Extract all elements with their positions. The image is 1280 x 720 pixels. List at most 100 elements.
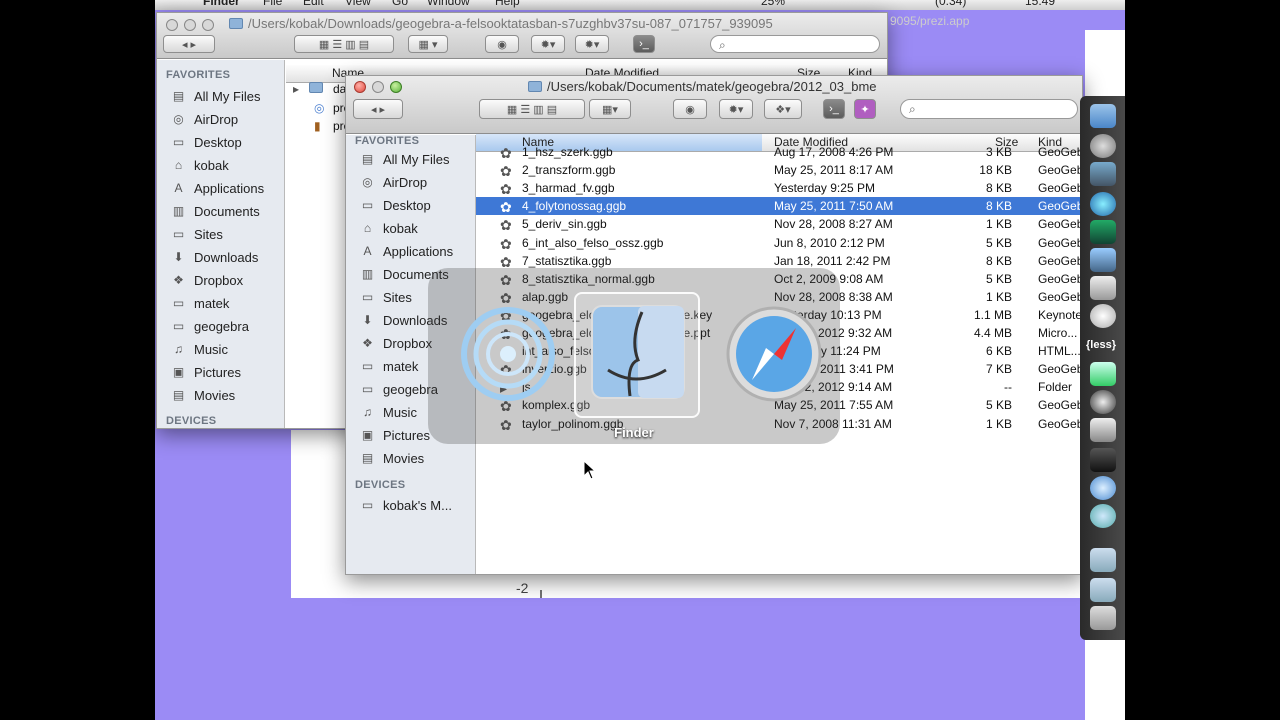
folder-icon bbox=[229, 18, 243, 29]
sidebar-item-documents[interactable]: ▥ Documents bbox=[171, 200, 260, 222]
cell-kind: GeoGebra bbox=[1038, 289, 1083, 304]
sidebar-item-desktop[interactable]: ▭ Desktop bbox=[360, 194, 431, 216]
home-icon: ⌂ bbox=[174, 158, 183, 172]
finder-dock-icon[interactable] bbox=[1090, 104, 1116, 128]
action-button[interactable]: ✹▾ bbox=[531, 35, 565, 53]
minimize-button[interactable] bbox=[184, 19, 196, 31]
close-button[interactable] bbox=[166, 19, 178, 31]
safari-dock-icon[interactable] bbox=[1090, 476, 1116, 500]
sidebar-item-all-my-files[interactable]: ▤ All My Files bbox=[360, 148, 450, 170]
table-row[interactable]: ✿ 1_hsz_szerk.ggb Aug 17, 2008 4:26 PM 3 KB… bbox=[476, 143, 1082, 161]
zoom-button[interactable] bbox=[390, 81, 402, 93]
titlebar[interactable]: /Users/kobak/Downloads/geogebra-a-felsoo… bbox=[157, 13, 887, 59]
clock[interactable]: 15:49 bbox=[1025, 0, 1055, 8]
terminal-button[interactable]: ›_ bbox=[633, 35, 655, 53]
dashboard-dock-icon[interactable] bbox=[1090, 162, 1116, 186]
sidebar-item-desktop[interactable]: ▭ Desktop bbox=[171, 131, 242, 153]
dropbox-icon: ❖ bbox=[173, 273, 184, 287]
sidebar-item-music[interactable]: ♫ Music bbox=[171, 338, 228, 360]
launchpad-dock-icon[interactable] bbox=[1090, 134, 1116, 158]
table-row[interactable]: ✿ 4_folytonossag.ggb May 25, 2011 7:50 AM 8… bbox=[476, 197, 1082, 216]
less-dock-icon[interactable]: {less} bbox=[1086, 339, 1116, 351]
cell-kind: GeoGebra bbox=[1038, 217, 1083, 232]
favorites-header: FAVORITES bbox=[166, 69, 231, 81]
back-forward-button[interactable]: ◂ ▸ bbox=[163, 35, 215, 53]
menu-view[interactable]: View bbox=[345, 0, 371, 8]
geogebra-app-icon[interactable] bbox=[458, 304, 558, 404]
cell-size: 7 KB bbox=[985, 362, 1012, 377]
search-field[interactable]: ⌕ bbox=[900, 99, 1078, 119]
xcode-dock-icon[interactable] bbox=[1090, 248, 1116, 272]
pictures-icon: ▣ bbox=[172, 365, 185, 379]
table-row[interactable]: ✿ 2_transzform.ggb May 25, 2011 8:17 AM 18 … bbox=[476, 161, 1082, 179]
app-store-dock-icon[interactable] bbox=[1090, 192, 1116, 216]
sidebar-item-sites[interactable]: ▭ Sites bbox=[171, 223, 223, 245]
dvd-dock-icon[interactable] bbox=[1090, 390, 1116, 414]
quicklook-button[interactable]: ◉ bbox=[673, 99, 707, 119]
menu-edit[interactable]: Edit bbox=[303, 0, 324, 8]
sidebar-item-kobak[interactable]: ⌂ kobak bbox=[171, 154, 229, 176]
menu-finder[interactable]: Finder bbox=[203, 0, 240, 8]
menu-go[interactable]: Go bbox=[392, 0, 408, 8]
titlebar[interactable]: /Users/kobak/Documents/matek/geogebra/20… bbox=[346, 76, 1082, 134]
sidebar-item-matek[interactable]: ▭ matek bbox=[171, 292, 230, 314]
arrange-button[interactable]: ▦ ▾ bbox=[408, 35, 448, 53]
quicklook-button[interactable]: ◉ bbox=[485, 35, 519, 53]
table-row[interactable]: ✿ 3_harmad_fv.ggb Yesterday 9:25 PM 8 KB Geo… bbox=[476, 179, 1082, 197]
action-button[interactable]: ✹▾ bbox=[719, 99, 753, 119]
sidebar-item-all-my-files[interactable]: ▤ All My Files bbox=[171, 85, 261, 107]
downloads-folder-dock-icon[interactable] bbox=[1090, 578, 1116, 602]
activity-monitor-dock-icon[interactable] bbox=[1090, 220, 1116, 244]
applications-folder-dock-icon[interactable] bbox=[1090, 548, 1116, 572]
geogebra-dock-icon[interactable] bbox=[1090, 504, 1116, 528]
trash-dock-icon[interactable] bbox=[1090, 606, 1116, 630]
cell-size: 1 KB bbox=[985, 217, 1012, 232]
sidebar-item-kobak[interactable]: ⌂ kobak bbox=[360, 217, 418, 239]
camera-dock-icon[interactable] bbox=[1090, 448, 1116, 472]
sidebar-item-music[interactable]: ♫ Music bbox=[360, 401, 417, 423]
sidebar-item-movies[interactable]: ▤ Movies bbox=[171, 384, 235, 406]
sidebar-item-matek[interactable]: ▭ matek bbox=[360, 355, 419, 377]
arrange-button[interactable]: ▦▾ bbox=[589, 99, 631, 119]
sidebar-item-applications[interactable]: A Applications bbox=[360, 240, 453, 262]
battery-percent[interactable]: 25% bbox=[761, 0, 785, 8]
flask-dock-icon[interactable] bbox=[1090, 362, 1116, 386]
menu-window[interactable]: Window bbox=[427, 0, 470, 8]
battery-time[interactable]: (0:34) bbox=[935, 0, 966, 8]
menu-help[interactable]: Help bbox=[495, 0, 520, 8]
sidebar-item-applications[interactable]: A Applications bbox=[171, 177, 264, 199]
safari-app-icon[interactable] bbox=[724, 304, 824, 404]
menu-file[interactable]: File bbox=[263, 0, 282, 8]
sidebar-item-device[interactable]: ▭ kobak's M... bbox=[360, 494, 452, 516]
sidebar-item-dropbox[interactable]: ❖ Dropbox bbox=[360, 332, 432, 354]
sidebar-item-airdrop[interactable]: ◎ AirDrop bbox=[360, 171, 427, 193]
sidebar-item-sites[interactable]: ▭ Sites bbox=[360, 286, 412, 308]
sidebar-item-geogebra[interactable]: ▭ geogebra bbox=[360, 378, 438, 400]
sidebar-item-geogebra[interactable]: ▭ geogebra bbox=[171, 315, 249, 337]
table-row[interactable]: ✿ 5_deriv_sin.ggb Nov 28, 2008 8:27 AM 1 KB… bbox=[476, 215, 1082, 233]
sidebar-item-pictures[interactable]: ▣ Pictures bbox=[171, 361, 241, 383]
sidebar-item-dropbox[interactable]: ❖ Dropbox bbox=[171, 269, 243, 291]
finder-app-icon[interactable] bbox=[586, 300, 690, 404]
desktop-icon: ▭ bbox=[361, 198, 374, 212]
minimize-button[interactable] bbox=[372, 81, 384, 93]
preview-dock-icon[interactable] bbox=[1090, 276, 1116, 300]
table-row[interactable]: ✿ 7_statisztika.ggb Jan 18, 2011 2:42 PM 8 … bbox=[476, 252, 1082, 270]
sidebar-item-movies[interactable]: ▤ Movies bbox=[360, 447, 424, 469]
search-field[interactable]: ⌕ bbox=[710, 35, 880, 53]
settings-dock-icon[interactable] bbox=[1090, 418, 1116, 442]
utility-dock-icon[interactable] bbox=[1090, 304, 1116, 328]
table-row[interactable]: ✿ 6_int_also_felso_ossz.ggb Jun 8, 2010 2:… bbox=[476, 234, 1082, 252]
share-button[interactable]: ✹▾ bbox=[575, 35, 609, 53]
close-button[interactable] bbox=[354, 81, 366, 93]
terminal-button[interactable]: ›_ bbox=[823, 99, 845, 119]
sidebar-item-downloads[interactable]: ⬇ Downloads bbox=[171, 246, 258, 268]
back-forward-button[interactable]: ◂ ▸ bbox=[353, 99, 403, 119]
view-mode-buttons[interactable]: ▦ ☰ ▥ ▤ bbox=[294, 35, 394, 53]
app-shortcut-icon[interactable]: ✦ bbox=[854, 99, 876, 119]
sidebar-item-airdrop[interactable]: ◎ AirDrop bbox=[171, 108, 238, 130]
zoom-button[interactable] bbox=[202, 19, 214, 31]
sidebar-item-pictures[interactable]: ▣ Pictures bbox=[360, 424, 430, 446]
share-button[interactable]: ❖▾ bbox=[764, 99, 802, 119]
view-mode-buttons[interactable]: ▦ ☰ ▥ ▤ bbox=[479, 99, 585, 119]
